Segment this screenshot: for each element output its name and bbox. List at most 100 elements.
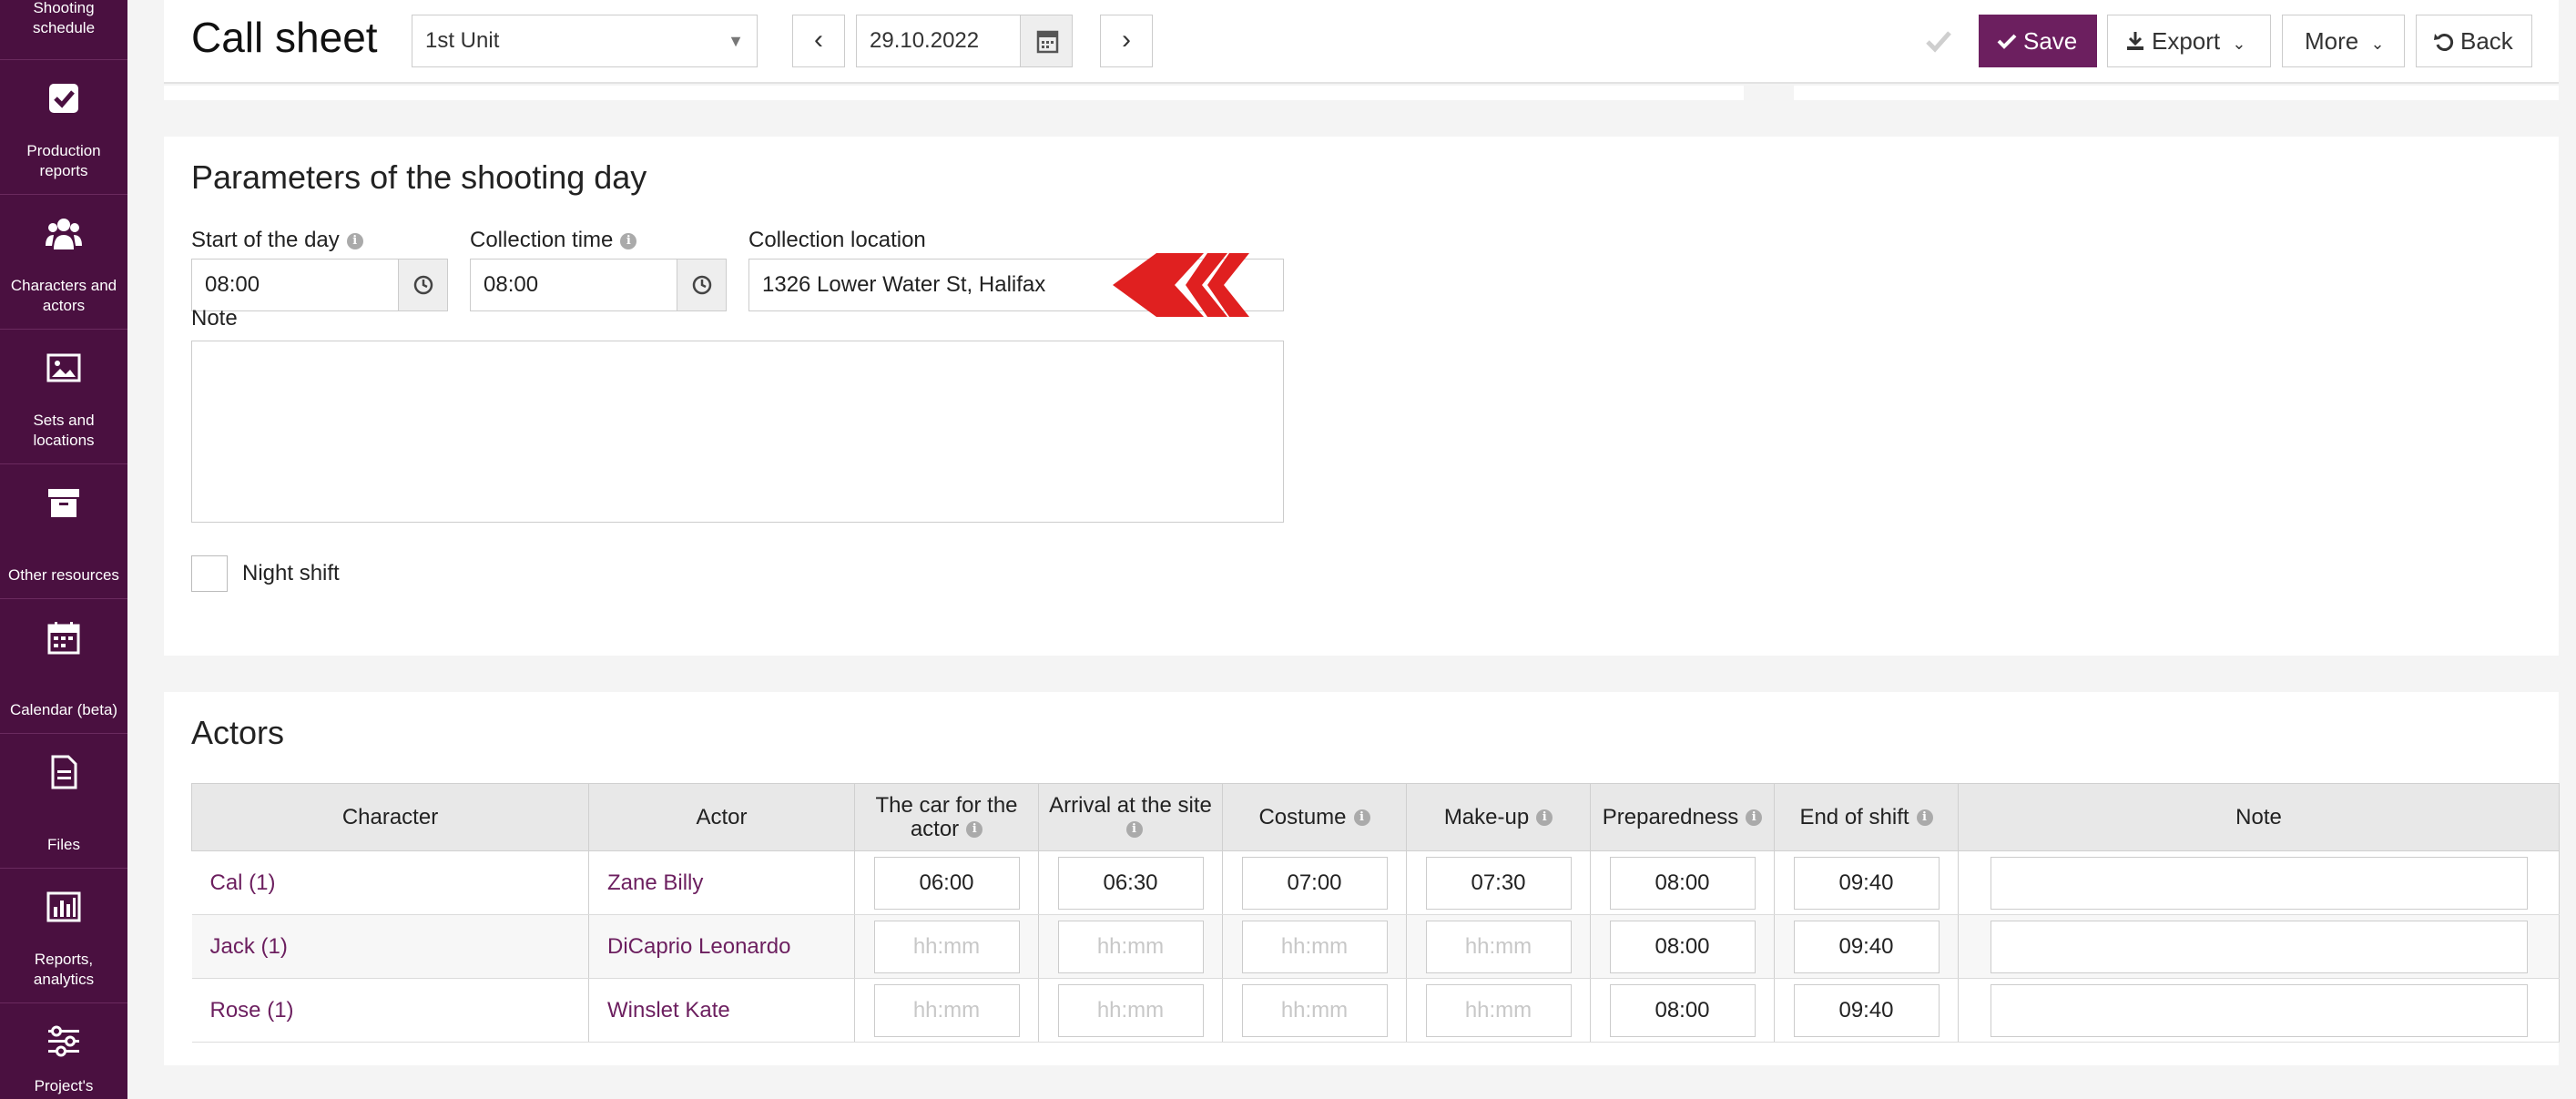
column-header[interactable]: Make-up i <box>1406 783 1591 851</box>
sidebar-item-label: Project's <box>34 1077 94 1094</box>
info-icon: i <box>1916 809 1933 827</box>
end-of-shift-input[interactable]: 09:40 <box>1793 983 1940 1037</box>
undo-icon <box>2434 34 2454 51</box>
makeup-time-input[interactable]: 07:30 <box>1425 856 1572 910</box>
sidebar-item-reports[interactable]: Reports, analytics <box>0 869 127 1003</box>
back-label: Back <box>2460 27 2513 55</box>
section-title: Actors <box>191 714 285 751</box>
sidebar-item-sets-locations[interactable]: Sets and locations <box>0 330 127 464</box>
preparedness-time-input[interactable]: 08:00 <box>1609 983 1756 1037</box>
shooting-day-parameters-panel: Parameters of the shooting day Start of … <box>164 137 2559 656</box>
info-icon: i <box>346 232 363 249</box>
file-icon <box>51 755 77 789</box>
collection-location-label: Collection location <box>748 228 926 252</box>
column-header[interactable]: Preparedness i <box>1590 783 1775 851</box>
sidebar-item-label: Calendar (beta) <box>9 701 118 718</box>
clock-button[interactable] <box>677 259 726 310</box>
sliders-icon <box>48 1025 79 1057</box>
back-button[interactable]: Back <box>2416 15 2532 67</box>
actor-link[interactable]: Zane Billy <box>588 850 855 915</box>
note-input[interactable] <box>1990 920 2528 973</box>
preparedness-time-input[interactable]: 08:00 <box>1609 856 1756 910</box>
sidebar-item-other-resources[interactable]: Other resources <box>0 464 127 599</box>
check-icon[interactable] <box>1916 18 1961 64</box>
column-header[interactable]: Note <box>1958 783 2560 851</box>
export-button[interactable]: Export ⌄ <box>2107 15 2271 67</box>
sidebar-item-label: Files <box>47 836 80 853</box>
prev-day-button[interactable]: ‹ <box>792 15 845 67</box>
sidebar-item-label: Reports, analytics <box>33 951 95 988</box>
arrival-time-input[interactable]: 06:30 <box>1057 856 1204 910</box>
sidebar-item-label: Production reports <box>26 142 101 179</box>
arrival-time-input[interactable]: hh:mm <box>1057 983 1204 1037</box>
sidebar-item-files[interactable]: Files <box>0 734 127 869</box>
bar-chart-icon <box>46 891 81 922</box>
column-header[interactable]: Character <box>191 783 589 851</box>
column-header[interactable]: Actor <box>588 783 855 851</box>
table-header-row: Character Actor The car for the actor i A… <box>191 783 2560 851</box>
more-button[interactable]: More ⌄ <box>2282 15 2405 67</box>
people-icon <box>46 219 82 249</box>
panel-edge <box>164 86 1744 100</box>
clock-icon <box>413 275 433 295</box>
unit-select[interactable]: 1st Unit ▼ <box>412 15 758 67</box>
preparedness-time-input[interactable]: 08:00 <box>1609 920 1756 973</box>
column-header[interactable]: Arrival at the sitei <box>1038 783 1223 851</box>
calendar-icon <box>47 622 80 655</box>
night-shift-checkbox[interactable] <box>191 555 228 592</box>
costume-time-input[interactable]: hh:mm <box>1241 920 1388 973</box>
toolbar: Call sheet 1st Unit ▼ ‹ 29.10.2022 › Sav… <box>164 0 2559 84</box>
actors-table: Character Actor The car for the actor i A… <box>191 783 2560 1043</box>
sidebar-item-characters-actors[interactable]: Characters and actors <box>0 195 127 330</box>
car-time-input[interactable]: hh:mm <box>873 920 1020 973</box>
column-header[interactable]: The car for the actor i <box>854 783 1039 851</box>
sidebar-item-label: Other resources <box>8 566 119 584</box>
character-link[interactable]: Jack (1) <box>191 914 589 979</box>
image-icon <box>46 353 81 382</box>
sidebar-item-shooting-schedule[interactable]: Shooting schedule <box>0 0 127 60</box>
info-icon: i <box>620 232 637 249</box>
date-input[interactable]: 29.10.2022 <box>856 15 1020 67</box>
check-icon <box>1997 34 2017 49</box>
note-input[interactable] <box>1990 856 2528 910</box>
car-time-input[interactable]: hh:mm <box>873 983 1020 1037</box>
actor-link[interactable]: Winslet Kate <box>588 978 855 1043</box>
collection-time-label: Collection time i <box>470 228 637 253</box>
night-shift-label: Night shift <box>242 561 340 585</box>
note-textarea[interactable] <box>191 341 1284 523</box>
costume-time-input[interactable]: hh:mm <box>1241 983 1388 1037</box>
makeup-time-input[interactable]: hh:mm <box>1425 920 1572 973</box>
chevron-down-icon: ⌄ <box>2370 35 2385 53</box>
clock-button[interactable] <box>398 259 447 310</box>
start-of-day-input[interactable]: 08:00 <box>191 259 448 311</box>
character-link[interactable]: Rose (1) <box>191 978 589 1043</box>
column-header[interactable]: End of shift i <box>1774 783 1959 851</box>
makeup-time-input[interactable]: hh:mm <box>1425 983 1572 1037</box>
unit-select-value: 1st Unit <box>425 28 500 53</box>
table-row: Rose (1) Winslet Kate hh:mm hh:mm hh:mm … <box>191 978 2560 1043</box>
page-title: Call sheet <box>191 14 378 61</box>
sidebar-item-calendar[interactable]: Calendar (beta) <box>0 599 127 734</box>
section-title: Parameters of the shooting day <box>191 158 647 196</box>
info-icon: i <box>1746 809 1763 827</box>
save-label: Save <box>2023 27 2078 55</box>
sidebar-item-projects[interactable]: Project's <box>0 1003 127 1099</box>
end-of-shift-input[interactable]: 09:40 <box>1793 920 1940 973</box>
arrow-annotation-icon <box>1113 253 1249 317</box>
column-header[interactable]: Costume i <box>1222 783 1407 851</box>
costume-time-input[interactable]: 07:00 <box>1241 856 1388 910</box>
note-input[interactable] <box>1990 983 2528 1037</box>
actor-link[interactable]: DiCaprio Leonardo <box>588 914 855 979</box>
save-button[interactable]: Save <box>1979 15 2097 67</box>
sidebar-item-production-reports[interactable]: Production reports <box>0 60 127 195</box>
next-day-button[interactable]: › <box>1100 15 1153 67</box>
car-time-input[interactable]: 06:00 <box>873 856 1020 910</box>
character-link[interactable]: Cal (1) <box>191 850 589 915</box>
note-label: Note <box>191 306 238 331</box>
date-picker-button[interactable] <box>1020 15 1073 67</box>
info-icon: i <box>1536 809 1553 827</box>
collection-time-input[interactable]: 08:00 <box>470 259 727 311</box>
arrival-time-input[interactable]: hh:mm <box>1057 920 1204 973</box>
panel-edge <box>1794 86 2559 100</box>
end-of-shift-input[interactable]: 09:40 <box>1793 856 1940 910</box>
